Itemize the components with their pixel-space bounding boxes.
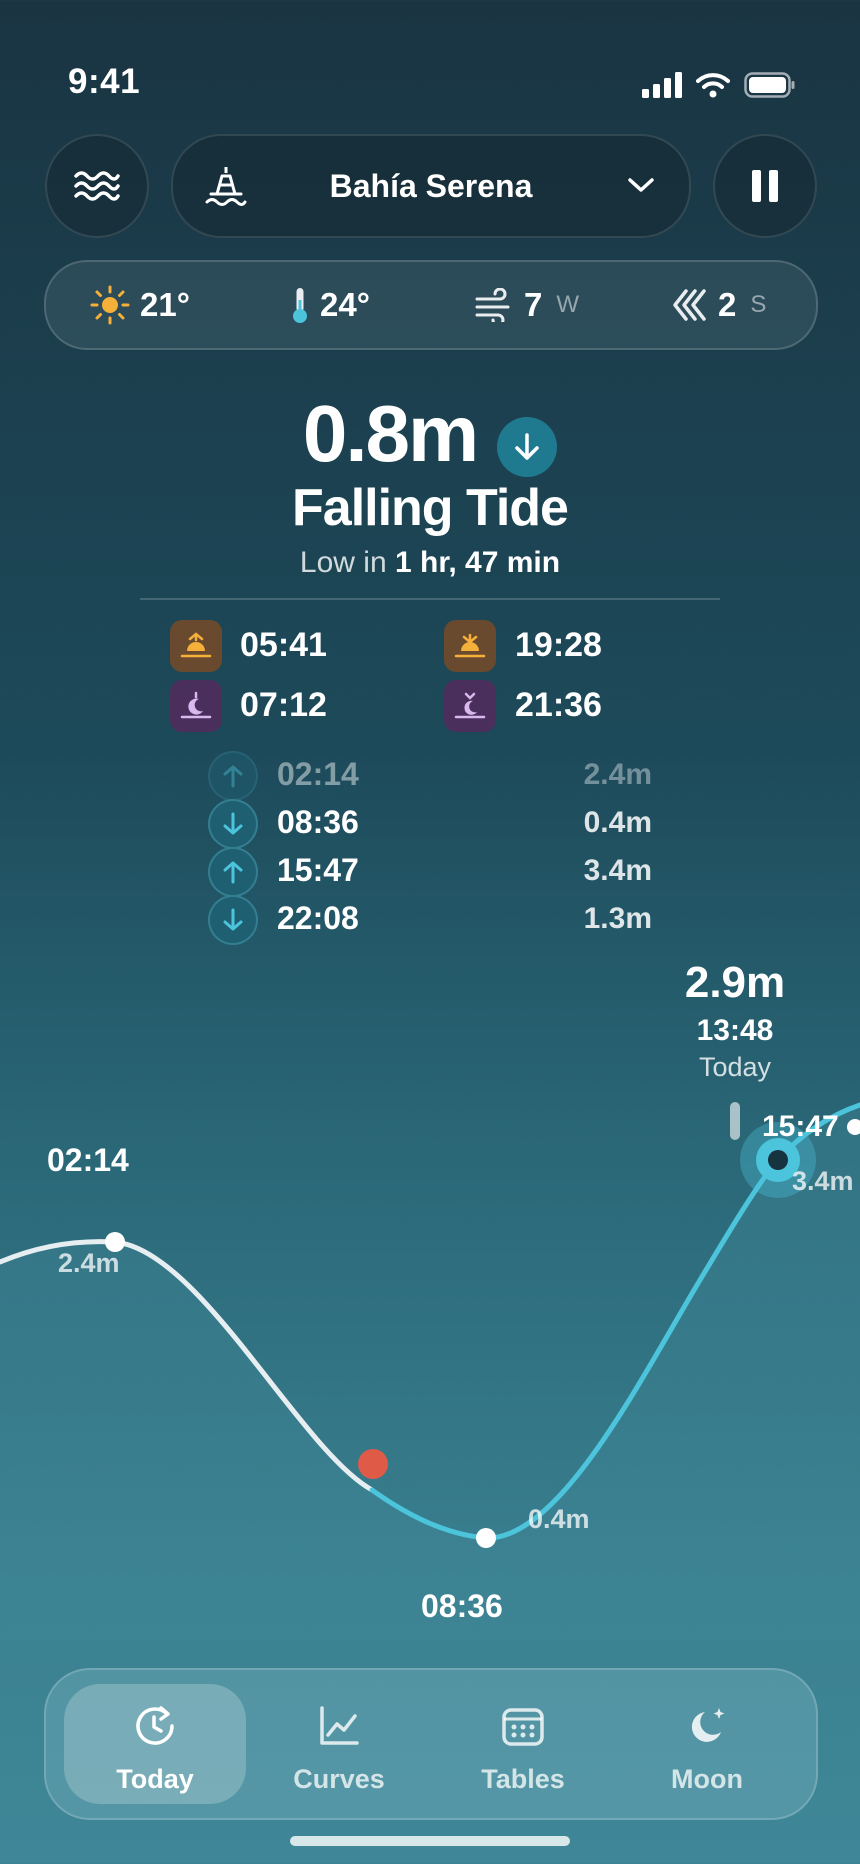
tab-label: Moon — [671, 1764, 743, 1794]
status-icons — [642, 72, 796, 98]
clock-refresh-icon — [136, 1706, 174, 1745]
pause-button[interactable] — [713, 134, 817, 238]
wind: 7W — [474, 262, 579, 348]
waves-icon — [74, 171, 120, 201]
current-tide: 0.8m — [0, 388, 860, 487]
swell: 2S — [672, 262, 766, 348]
wind-speed: 7 — [524, 286, 543, 323]
conditions-bar: 21° 24° 7W 2S — [44, 260, 818, 350]
scrub-handle[interactable] — [730, 1102, 740, 1140]
scrub-dot — [768, 1150, 788, 1170]
line-chart-icon — [320, 1706, 359, 1745]
tide-up-icon — [208, 847, 258, 897]
tide-down-icon — [208, 799, 258, 849]
tab-tables[interactable]: Tables — [432, 1684, 614, 1804]
cellular-signal-icon — [642, 72, 682, 98]
high-tide-time-label: 02:14 — [47, 1142, 129, 1178]
tide-area — [0, 1105, 860, 1640]
swell-direction-icon — [673, 289, 706, 321]
scrub-day: Today — [698, 1052, 772, 1082]
high-tide-height-label: 2.4m — [58, 1248, 120, 1278]
current-height: 0.8m — [302, 389, 479, 478]
current-time-marker — [358, 1449, 388, 1479]
countdown-prefix: Low in — [299, 546, 387, 579]
sunset-icon — [444, 620, 496, 672]
arrow-down-icon — [515, 433, 539, 460]
divider — [140, 598, 720, 600]
tide-up-icon — [208, 751, 258, 801]
tide-time: 02:14 — [277, 756, 359, 792]
tide-time: 08:36 — [277, 804, 359, 840]
chevron-down-icon — [628, 178, 654, 192]
next-tide-countdown: Low in 1 hr, 47 min — [0, 546, 860, 580]
tide-menu-button[interactable] — [45, 134, 149, 238]
high-tide-2-time-label: 15:47 — [762, 1110, 839, 1143]
tide-chart[interactable] — [0, 900, 860, 1640]
swell-height: 2 — [718, 286, 737, 323]
moonset-time: 21:36 — [515, 686, 602, 724]
sun-icon — [90, 285, 130, 325]
water-temp-value: 24° — [320, 286, 370, 323]
location-name: Bahía Serena — [329, 167, 533, 204]
moonrise-time: 07:12 — [240, 686, 327, 724]
low-tide-height-label: 0.4m — [528, 1504, 590, 1534]
tab-label: Curves — [293, 1764, 385, 1794]
sunrise-time: 05:41 — [240, 626, 327, 664]
tab-label: Today — [116, 1764, 194, 1794]
low-tide-point[interactable] — [476, 1528, 496, 1548]
scrub-height: 2.9m — [684, 958, 786, 1007]
status-time: 9:41 — [68, 62, 141, 101]
tab-today[interactable]: Today — [64, 1684, 246, 1804]
moon-stars-icon — [691, 1708, 725, 1742]
location-selector[interactable]: Bahía Serena — [171, 134, 691, 238]
falling-badge — [497, 416, 558, 477]
tab-bar: Today Curves Tables Moon — [44, 1668, 818, 1820]
tab-curves[interactable]: Curves — [248, 1684, 430, 1804]
wind-direction: W — [556, 291, 580, 318]
sunset-time: 19:28 — [515, 626, 602, 664]
water-temperature: 24° — [290, 262, 370, 348]
air-temperature: 21° — [90, 262, 190, 348]
tide-height: 3.4m — [583, 854, 652, 887]
thermometer-icon — [293, 288, 307, 323]
battery-icon — [744, 72, 795, 98]
tide-height: 2.4m — [583, 758, 652, 791]
moonset-icon — [444, 680, 496, 732]
high-tide-2-height-label: 3.4m — [792, 1166, 854, 1196]
calendar-icon — [502, 1708, 544, 1746]
low-tide-time-label: 08:36 — [421, 1588, 503, 1624]
sunrise-icon — [170, 620, 222, 672]
tide-time: 15:47 — [277, 852, 359, 888]
wind-icon — [475, 288, 510, 322]
moonrise-icon — [170, 680, 222, 732]
tide-state: Falling Tide — [292, 479, 569, 537]
swell-direction: S — [750, 291, 767, 318]
wifi-icon — [696, 73, 730, 98]
tab-moon[interactable]: Moon — [616, 1684, 798, 1804]
countdown-value: 1 hr, 47 min — [394, 546, 561, 579]
tide-height: 0.4m — [583, 806, 652, 839]
air-temp-value: 21° — [140, 286, 190, 323]
tab-label: Tables — [481, 1764, 565, 1794]
scrub-time: 13:48 — [696, 1014, 774, 1047]
home-indicator[interactable] — [290, 1836, 570, 1846]
pause-icon — [752, 170, 778, 202]
